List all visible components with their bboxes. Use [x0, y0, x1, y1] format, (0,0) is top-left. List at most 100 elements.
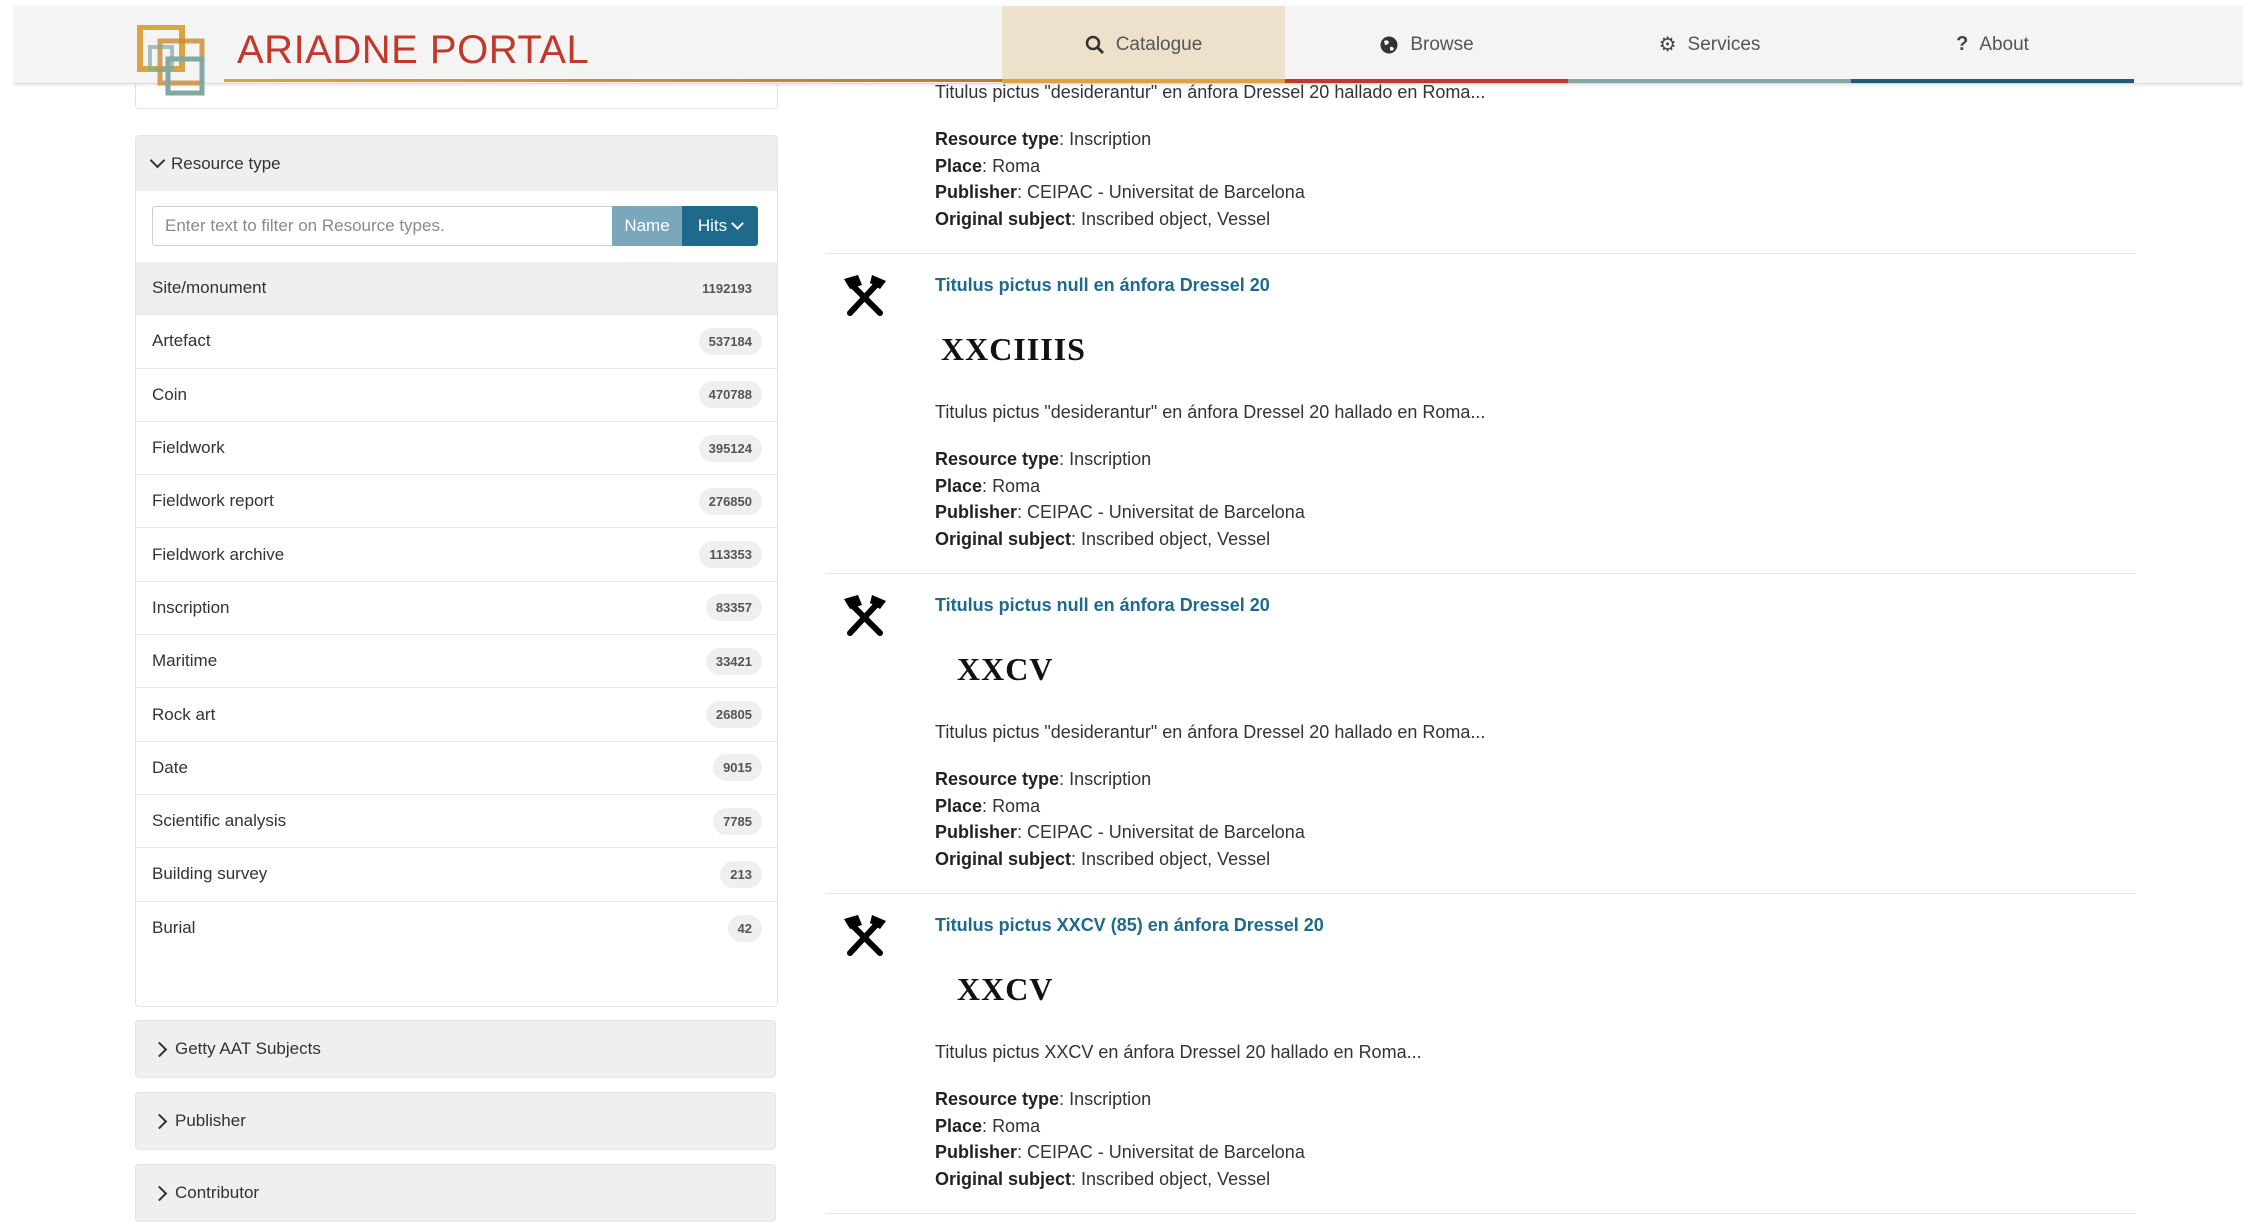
- facet-count: 113353: [699, 541, 762, 569]
- facet-count: 213: [720, 860, 762, 888]
- facet-filter-row: Name Hits: [152, 206, 758, 246]
- pick-hammer-icon: [844, 595, 886, 636]
- facet-filter-input[interactable]: [152, 206, 612, 246]
- nav-services[interactable]: ⚙ Services: [1568, 6, 1851, 83]
- facet-label: Date: [152, 757, 188, 777]
- result-inscription-image: XXCIIIIS: [941, 331, 1086, 367]
- resource-type-title: Resource type: [171, 153, 281, 173]
- result-description: Titulus pictus "desiderantur" en ánfora …: [935, 82, 1486, 102]
- result-metadata: Resource type: Inscription Place: Roma P…: [935, 129, 1305, 230]
- facet-count: 1192193: [702, 280, 752, 296]
- nav-about[interactable]: ? About: [1851, 6, 2134, 83]
- meta-label: Original subject: [935, 209, 1072, 230]
- facet-count: 7785: [713, 807, 762, 835]
- meta-label: Place: [935, 1115, 983, 1136]
- chevron-right-icon: [151, 1041, 168, 1057]
- brand-title[interactable]: ARIADNE PORTAL: [237, 28, 589, 73]
- facet-list: Site/monument 1192193 Artefact 537184 Coin…: [136, 262, 777, 955]
- facet-item[interactable]: Burial 42: [136, 902, 777, 955]
- facet-label: Fieldwork report: [152, 491, 274, 511]
- facet-item[interactable]: Date 9015: [136, 742, 777, 795]
- meta-label: Original subject: [935, 1169, 1072, 1190]
- meta-place: Roma: [992, 1115, 1041, 1136]
- globe-icon: [1380, 36, 1398, 53]
- meta-original-subject: Inscribed object, Vessel: [1081, 1169, 1271, 1190]
- nav-services-bar: [1568, 79, 1851, 83]
- sort-by-name-button[interactable]: Name: [612, 206, 682, 246]
- result-metadata: Resource type: Inscription Place: Roma P…: [935, 449, 1305, 550]
- facet-count: 276850: [698, 487, 762, 515]
- resource-type-facet: Resource type Name Hits Site/monument 119…: [135, 135, 778, 1007]
- result-description: Titulus pictus "desiderantur" en ánfora …: [935, 722, 1486, 742]
- result-inscription-image: XXCV: [957, 971, 1054, 1007]
- facet-item[interactable]: Scientific analysis 7785: [136, 795, 777, 849]
- facet-item[interactable]: Inscription 83357: [136, 582, 777, 636]
- gear-icon: ⚙: [1658, 34, 1677, 56]
- meta-label: Place: [935, 475, 983, 496]
- facet-count: 26805: [705, 701, 762, 729]
- result-title-link[interactable]: Titulus pictus null en ánfora Dressel 20: [935, 595, 1270, 616]
- nav-catalogue[interactable]: Catalogue: [1002, 6, 1285, 83]
- meta-publisher: CEIPAC - Universitat de Barcelona: [1027, 822, 1305, 843]
- getty-aat-subjects-facet[interactable]: Getty AAT Subjects: [135, 1020, 776, 1078]
- main-nav: Catalogue Browse ⚙ Services ? About: [1002, 6, 2134, 83]
- result-description: Titulus pictus XXCV en ánfora Dressel 20…: [935, 1042, 1422, 1062]
- result-title-link[interactable]: Titulus pictus XXCV (85) en ánfora Dress…: [935, 915, 1324, 936]
- meta-place: Roma: [992, 475, 1041, 496]
- facet-item[interactable]: Building survey 213: [136, 848, 777, 902]
- question-icon: ?: [1956, 33, 1969, 55]
- nav-catalogue-label: Catalogue: [1115, 33, 1203, 55]
- chevron-down-icon: [731, 217, 745, 230]
- facet-count: 470788: [698, 381, 762, 409]
- facet-item[interactable]: Rock art 26805: [136, 688, 777, 742]
- facet-count: 42: [727, 914, 762, 942]
- facet-label: Site/monument: [152, 278, 267, 298]
- facet-count: 9015: [713, 754, 762, 782]
- meta-label: Publisher: [935, 822, 1018, 843]
- meta-label: Publisher: [935, 502, 1018, 523]
- meta-label: Publisher: [935, 182, 1018, 203]
- meta-original-subject: Inscribed object, Vessel: [1081, 209, 1271, 230]
- facet-item[interactable]: Coin 470788: [136, 369, 777, 422]
- ariadne-logo[interactable]: [136, 25, 232, 105]
- meta-label: Resource type: [935, 129, 1060, 149]
- facet-item[interactable]: Artefact 537184: [136, 315, 777, 369]
- facet-item[interactable]: Maritime 33421: [136, 635, 777, 689]
- meta-original-subject: Inscribed object, Vessel: [1081, 849, 1271, 870]
- contributor-facet[interactable]: Contributor: [135, 1164, 776, 1222]
- meta-label: Place: [935, 155, 983, 176]
- getty-aat-subjects-title: Getty AAT Subjects: [175, 1039, 321, 1058]
- facet-label: Scientific analysis: [152, 811, 287, 831]
- meta-resource-type: Inscription: [1069, 1089, 1152, 1109]
- meta-original-subject: Inscribed object, Vessel: [1081, 529, 1271, 550]
- search-icon: [1085, 35, 1104, 54]
- facet-item[interactable]: Fieldwork report 276850: [136, 475, 777, 529]
- facet-label: Building survey: [152, 864, 268, 884]
- facet-count: 33421: [705, 647, 762, 675]
- meta-resource-type: Inscription: [1069, 129, 1152, 149]
- facet-label: Coin: [152, 384, 187, 404]
- top-navbar: ARIADNE PORTAL Catalogue Browse ⚙ Servic…: [14, 6, 2243, 96]
- facet-label: Artefact: [152, 331, 211, 351]
- chevron-right-icon: [151, 1113, 168, 1129]
- result-title-link[interactable]: Titulus pictus null en ánfora Dressel 20: [935, 275, 1270, 296]
- meta-label: Resource type: [935, 1089, 1060, 1109]
- facet-item[interactable]: Fieldwork archive 113353: [136, 528, 777, 582]
- result-divider: [826, 253, 2136, 254]
- meta-resource-type: Inscription: [1069, 769, 1152, 789]
- nav-browse-label: Browse: [1410, 33, 1474, 55]
- nav-browse[interactable]: Browse: [1285, 6, 1568, 83]
- meta-label: Place: [935, 795, 983, 816]
- pick-hammer-icon: [844, 275, 886, 316]
- sort-by-hits-button[interactable]: Hits: [682, 206, 758, 246]
- meta-publisher: CEIPAC - Universitat de Barcelona: [1027, 502, 1305, 523]
- result-metadata: Resource type: Inscription Place: Roma P…: [935, 769, 1305, 870]
- nav-about-label: About: [1979, 33, 2029, 55]
- facet-item[interactable]: Site/monument 1192193: [136, 262, 777, 316]
- publisher-facet[interactable]: Publisher: [135, 1092, 776, 1150]
- resource-type-header[interactable]: Resource type: [136, 136, 777, 191]
- facet-label: Maritime: [152, 651, 218, 671]
- facet-count: 83357: [705, 594, 762, 622]
- result-divider: [826, 573, 2136, 574]
- facet-item[interactable]: Fieldwork 395124: [136, 422, 777, 476]
